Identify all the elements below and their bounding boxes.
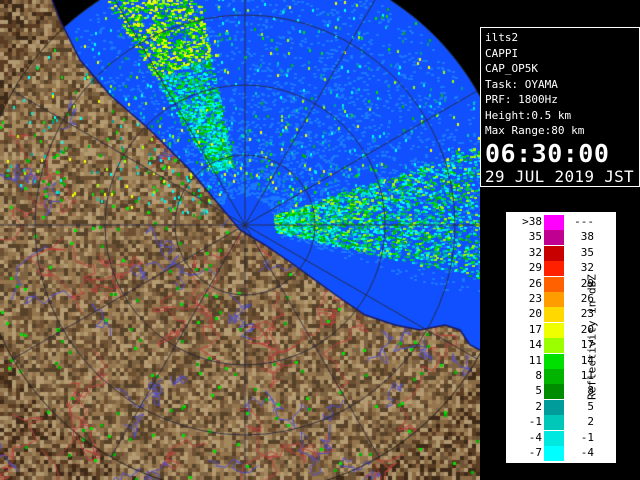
product-type: CAPPI <box>485 46 519 60</box>
legend-upper-bound: 2 <box>587 415 594 429</box>
legend-swatch <box>544 215 564 230</box>
legend-lower-bound: 14 <box>528 338 542 352</box>
legend-lower-bound: 23 <box>528 292 542 305</box>
legend-row: 11 14 <box>506 353 596 370</box>
legend-lower-bound: 8 <box>535 369 542 382</box>
legend-row: -1 2 <box>506 415 596 431</box>
legend-lower-bound: >38 <box>522 215 542 228</box>
height-label: Height:0.5 km <box>485 108 572 122</box>
legend-lower-bound: -1 <box>528 415 542 429</box>
task-label: Task: OYAMA <box>485 77 558 91</box>
legend-row: -4 -1 <box>506 430 596 447</box>
legend-row: 29 32 <box>506 261 596 277</box>
legend-row: 8 11 <box>506 369 596 385</box>
legend-swatch <box>544 399 564 415</box>
legend-lower-bound: 29 <box>528 261 542 275</box>
legend-row: 35 38 <box>506 230 596 246</box>
legend-row: 14 17 <box>506 338 596 354</box>
legend-row: 20 23 <box>506 307 596 323</box>
legend-lower-bound: 17 <box>528 322 542 336</box>
max-range-label: Max Range:80 km <box>485 124 585 137</box>
legend-row: 32 35 <box>506 245 596 262</box>
legend-lower-bound: -4 <box>528 430 542 444</box>
legend-swatch <box>544 430 564 446</box>
legend-row: >38 --- <box>506 215 596 231</box>
legend-upper-bound: 35 <box>580 245 594 259</box>
legend-row: -7 -4 <box>506 446 596 462</box>
legend-swatch <box>544 307 564 323</box>
legend-upper-bound: 32 <box>580 261 594 275</box>
radar-id: ilts2 <box>485 31 519 44</box>
legend-row: 17 20 <box>506 322 596 339</box>
legend-upper-bound: 38 <box>580 230 594 244</box>
legend-lower-bound: 20 <box>528 307 542 321</box>
legend-upper-bound: --- <box>574 215 594 228</box>
legend-swatch <box>544 446 564 461</box>
radar-map <box>0 0 480 480</box>
legend-swatch <box>544 276 564 292</box>
reflectivity-legend: >38 --- 35 38 32 35 29 32 26 29 23 26 20 23 17 20 14 17 11… <box>505 211 617 464</box>
time-display: 06:30:00 <box>485 138 610 168</box>
legend-swatch <box>544 415 564 431</box>
legend-swatch <box>544 384 564 400</box>
legend-row: 23 26 <box>506 292 596 308</box>
legend-swatch <box>544 292 564 307</box>
legend-swatch <box>544 245 564 261</box>
legend-swatch <box>544 369 564 384</box>
legend-lower-bound: 32 <box>528 245 542 259</box>
legend-swatch <box>544 322 564 338</box>
legend-row: 25 <box>506 399 596 416</box>
legend-unit-label: Reflectivity in dBZ <box>585 274 599 400</box>
legend-upper-bound: 5 <box>587 399 594 413</box>
legend-row: 26 29 <box>506 276 596 293</box>
legend-lower-bound: -7 <box>528 446 542 459</box>
prf-label: PRF: 1800Hz <box>485 93 558 106</box>
legend-swatch <box>544 230 564 246</box>
legend-swatch <box>544 261 564 277</box>
legend-row: 58 <box>506 384 596 400</box>
legend-upper-bound: -4 <box>580 446 594 459</box>
product-name: CAP_OP5K <box>485 62 538 75</box>
legend-swatch <box>544 338 564 354</box>
legend-lower-bound: 26 <box>528 276 542 290</box>
info-panel: ilts2 CAPPI CAP_OP5K Task: OYAMA PRF: 18… <box>480 27 640 187</box>
legend-swatch <box>544 353 564 369</box>
legend-lower-bound: 11 <box>528 353 542 367</box>
legend-lower-bound: 35 <box>528 230 542 244</box>
legend-lower-bound: 2 <box>535 399 542 413</box>
date-display: 29 JUL 2019 JST <box>485 166 634 186</box>
legend-upper-bound: -1 <box>580 430 594 444</box>
legend-lower-bound: 5 <box>535 384 542 398</box>
